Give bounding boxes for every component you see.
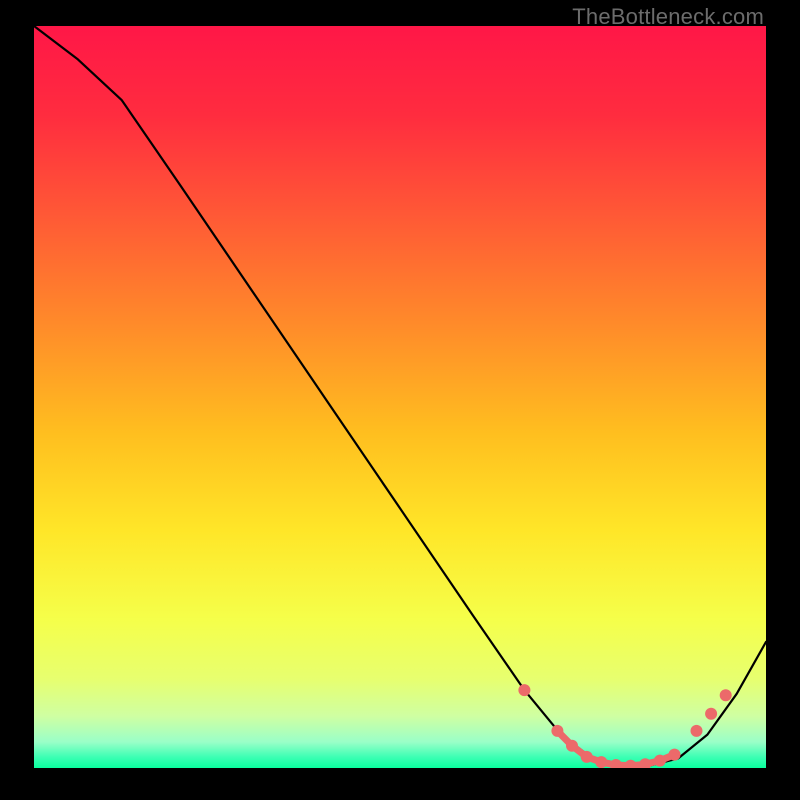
marker-dot bbox=[691, 725, 703, 737]
marker-dot bbox=[595, 756, 607, 768]
gradient-background bbox=[34, 26, 766, 768]
marker-dot bbox=[518, 684, 530, 696]
marker-dot bbox=[669, 749, 681, 761]
marker-dot bbox=[581, 751, 593, 763]
watermark-text: TheBottleneck.com bbox=[572, 4, 764, 30]
marker-dot bbox=[566, 740, 578, 752]
marker-dot bbox=[654, 755, 666, 767]
chart-frame bbox=[34, 26, 766, 768]
marker-dot bbox=[720, 689, 732, 701]
bottleneck-curve-chart bbox=[34, 26, 766, 768]
marker-dot bbox=[551, 725, 563, 737]
marker-dot bbox=[705, 708, 717, 720]
